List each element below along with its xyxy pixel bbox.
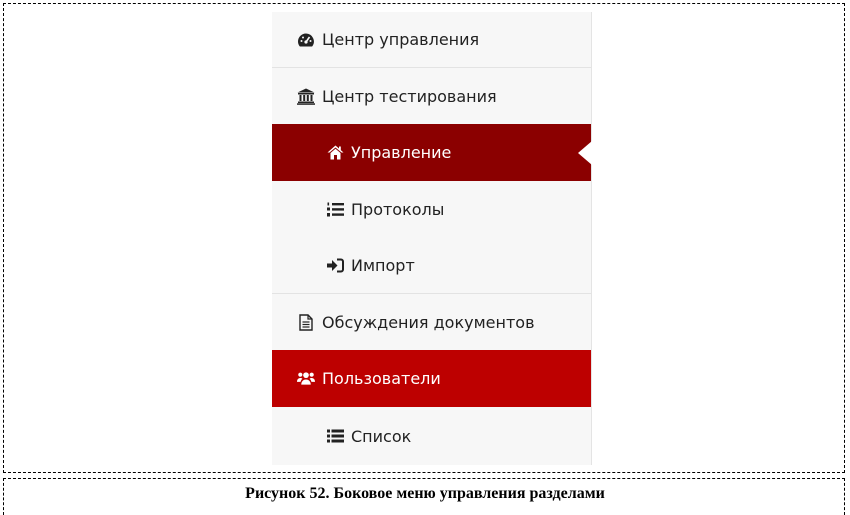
sidebar-menu: Центр управления Центр тестирования Упра… <box>272 12 592 465</box>
menu-item-management[interactable]: Управление <box>272 124 592 181</box>
document-icon <box>297 313 315 331</box>
menu-item-import[interactable]: Импорт <box>272 238 591 293</box>
users-icon <box>297 370 315 388</box>
active-indicator-caret <box>578 141 592 165</box>
menu-item-label: Пользователи <box>322 369 441 388</box>
home-icon <box>326 144 344 162</box>
menu-item-users[interactable]: Пользователи <box>272 350 591 407</box>
menu-item-document-discussions[interactable]: Обсуждения документов <box>272 293 591 350</box>
menu-item-label: Список <box>351 426 412 446</box>
institution-icon <box>297 87 315 105</box>
menu-item-list[interactable]: Список <box>272 407 591 465</box>
list-icon <box>326 427 344 445</box>
menu-item-label: Импорт <box>351 256 415 275</box>
menu-item-label: Обсуждения документов <box>322 312 535 332</box>
ordered-list-icon <box>326 201 344 219</box>
dashboard-icon <box>297 31 315 49</box>
menu-item-control-center[interactable]: Центр управления <box>272 12 591 67</box>
menu-item-protocols[interactable]: Протоколы <box>272 181 591 238</box>
menu-item-label: Центр управления <box>322 30 480 49</box>
menu-item-label: Центр тестирования <box>322 86 497 106</box>
menu-item-label: Управление <box>351 143 452 162</box>
menu-item-label: Протоколы <box>351 200 445 219</box>
sign-in-icon <box>326 257 344 275</box>
menu-item-testing-center[interactable]: Центр тестирования <box>272 67 591 124</box>
figure-caption: Рисунок 52. Боковое меню управления разд… <box>245 485 605 502</box>
